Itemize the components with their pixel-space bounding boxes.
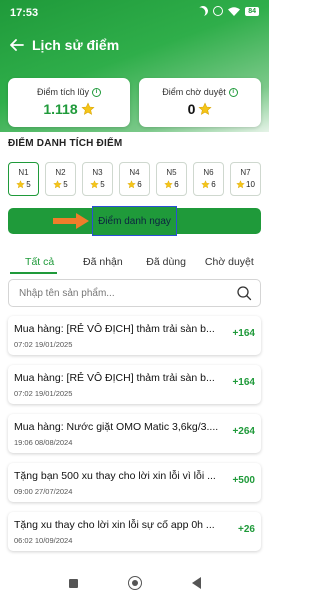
- list-item[interactable]: Tặng xu thay cho lời xin lỗi sự cố app 0…: [8, 512, 261, 551]
- star-icon: [236, 180, 245, 189]
- checkin-day[interactable]: N3 5: [82, 162, 113, 196]
- item-points: +164: [232, 328, 255, 339]
- star-icon: [201, 180, 210, 189]
- tab-pending[interactable]: Chờ duyệt: [198, 254, 261, 274]
- checkin-day[interactable]: N5 6: [156, 162, 187, 196]
- pending-points-label: Điểm chờ duyệt: [162, 87, 226, 97]
- list-item[interactable]: Tặng bạn 500 xu thay cho lời xin lỗi vì …: [8, 463, 261, 502]
- arrow-right-icon: [53, 213, 89, 229]
- wifi-icon: [228, 6, 241, 16]
- status-bar: 17:53 84: [0, 0, 269, 26]
- info-icon[interactable]: i: [92, 87, 101, 97]
- checkin-days: N1 5 N2 5 N3 5 N4 6 N5 6 N6 6 N7 10: [8, 162, 261, 196]
- checkin-section-title: ĐIỂM DANH TÍCH ĐIỂM: [8, 138, 123, 149]
- item-title: Mua hàng: Nước giặt OMO Matic 3,6kg/3...…: [14, 421, 219, 433]
- accumulated-points-label: Điểm tích lũy: [36, 87, 89, 97]
- search-icon[interactable]: [236, 285, 252, 301]
- list-item[interactable]: Mua hàng: [RẺ VÔ ĐỊCH] thảm trải sàn b..…: [8, 365, 261, 404]
- item-date: 07:02 19/01/2025: [14, 389, 73, 398]
- item-points: +164: [232, 377, 255, 388]
- pending-points-value: 0: [187, 101, 196, 117]
- back-arrow-icon[interactable]: [8, 36, 26, 54]
- star-icon: [164, 180, 173, 189]
- do-not-disturb-icon: [196, 4, 210, 18]
- star-icon: [90, 180, 99, 189]
- search-input[interactable]: Nhập tên sản phẩm...: [19, 288, 115, 299]
- search-field[interactable]: Nhập tên sản phẩm...: [8, 279, 261, 307]
- item-points: +500: [232, 475, 255, 486]
- tab-all[interactable]: Tất cả: [8, 254, 71, 274]
- accumulated-points-card: Điểm tích lũy i 1.118: [8, 78, 130, 127]
- tabs: Tất cả Đã nhận Đã dùng Chờ duyệt: [8, 254, 261, 274]
- recent-apps-icon[interactable]: [68, 578, 78, 588]
- list-item[interactable]: Mua hàng: Nước giặt OMO Matic 3,6kg/3...…: [8, 414, 261, 453]
- item-date: 07:02 19/01/2025: [14, 340, 73, 349]
- title-row: Lịch sử điểm: [8, 36, 119, 54]
- transaction-list: Mua hàng: [RẺ VÔ ĐỊCH] thảm trải sàn b..…: [8, 316, 261, 561]
- item-title: Mua hàng: [RẺ VÔ ĐỊCH] thảm trải sàn b..…: [14, 372, 215, 384]
- tab-received[interactable]: Đã nhận: [71, 254, 134, 274]
- star-icon: [16, 180, 25, 189]
- checkin-day[interactable]: N2 5: [45, 162, 76, 196]
- alarm-icon: [213, 6, 224, 16]
- home-icon[interactable]: [127, 576, 142, 590]
- star-icon: [198, 102, 212, 115]
- checkin-day[interactable]: N7 10: [230, 162, 261, 196]
- item-date: 09:00 27/07/2024: [14, 487, 73, 496]
- pending-points-card: Điểm chờ duyệt i 0: [139, 78, 261, 127]
- item-date: 19:06 08/08/2024: [14, 438, 73, 447]
- checkin-button-label[interactable]: Điểm danh ngay: [92, 206, 177, 236]
- battery-icon: 84: [245, 6, 259, 16]
- item-points: +26: [238, 524, 255, 535]
- system-navbar: [0, 566, 269, 600]
- checkin-day[interactable]: N6 6: [193, 162, 224, 196]
- back-icon[interactable]: [191, 577, 201, 589]
- star-icon: [127, 180, 136, 189]
- accumulated-points-value: 1.118: [43, 101, 78, 117]
- item-points: +264: [232, 426, 255, 437]
- star-icon: [53, 180, 62, 189]
- item-title: Tặng bạn 500 xu thay cho lời xin lỗi vì …: [14, 470, 216, 482]
- item-title: Mua hàng: [RẺ VÔ ĐỊCH] thảm trải sàn b..…: [14, 323, 215, 335]
- info-icon[interactable]: i: [228, 87, 238, 97]
- item-date: 06:02 10/09/2024: [14, 536, 73, 545]
- checkin-day[interactable]: N1 5: [8, 162, 39, 196]
- status-icons: 84: [198, 6, 259, 16]
- tab-used[interactable]: Đã dùng: [135, 254, 198, 274]
- page-title: Lịch sử điểm: [32, 37, 120, 53]
- item-title: Tặng xu thay cho lời xin lỗi sự cố app 0…: [14, 519, 215, 531]
- list-item[interactable]: Mua hàng: [RẺ VÔ ĐỊCH] thảm trải sàn b..…: [8, 316, 261, 355]
- checkin-day[interactable]: N4 6: [119, 162, 150, 196]
- star-icon: [81, 102, 95, 115]
- status-time: 17:53: [10, 7, 39, 19]
